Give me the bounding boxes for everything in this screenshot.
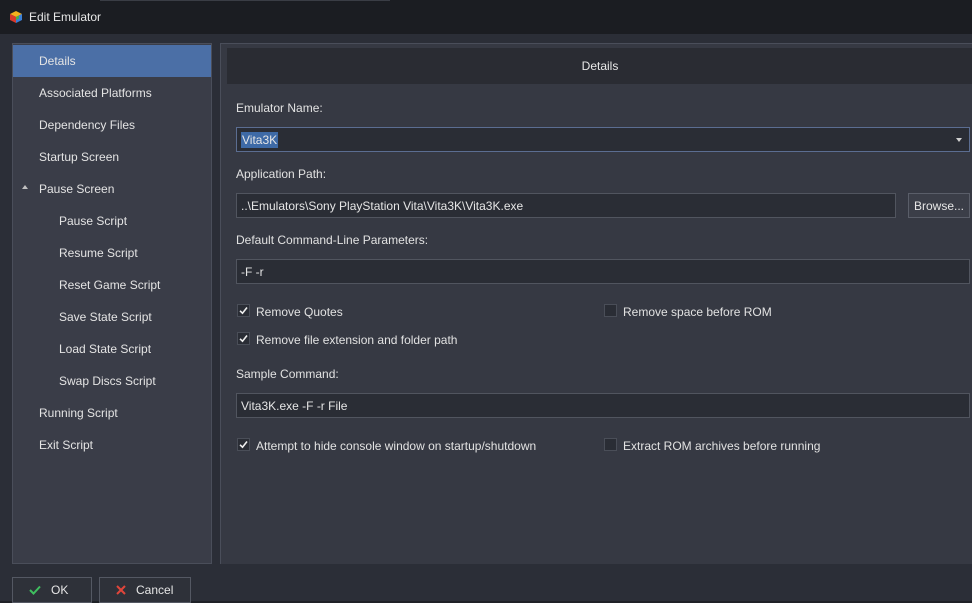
remove-space-label[interactable]: Remove space before ROM — [623, 305, 772, 319]
application-path-value: ..\Emulators\Sony PlayStation Vita\Vita3… — [241, 198, 524, 213]
sidebar-item-label: Pause Screen — [39, 182, 115, 196]
sidebar-item-pause-script[interactable]: Pause Script — [13, 205, 211, 237]
sidebar-item-dependency-files[interactable]: Dependency Files — [13, 109, 211, 141]
sidebar-item-resume-script[interactable]: Resume Script — [13, 237, 211, 269]
sidebar-nav: Details Associated Platforms Dependency … — [12, 43, 212, 564]
check-icon — [239, 335, 248, 343]
sidebar-item-label: Save State Script — [59, 310, 152, 324]
application-path-label: Application Path: — [236, 167, 327, 181]
chevron-down-icon[interactable] — [956, 138, 962, 142]
sidebar-item-running-script[interactable]: Running Script — [13, 397, 211, 429]
cancel-label: Cancel — [136, 583, 174, 597]
remove-space-checkbox[interactable] — [604, 304, 617, 317]
sidebar-item-label: Running Script — [39, 406, 118, 420]
emulator-name-value: Vita3K — [241, 131, 279, 148]
ok-label: OK — [51, 583, 69, 597]
ok-button[interactable]: OK — [12, 577, 92, 603]
details-panel: Details Emulator Name: Vita3K Applicatio… — [220, 43, 972, 564]
hide-console-label[interactable]: Attempt to hide console window on startu… — [256, 439, 536, 453]
sidebar-item-label: Reset Game Script — [59, 278, 161, 292]
emulator-name-combobox[interactable]: Vita3K — [236, 127, 970, 152]
sidebar-item-label: Exit Script — [39, 438, 94, 452]
sidebar-item-associated-platforms[interactable]: Associated Platforms — [13, 77, 211, 109]
window-body: Details Associated Platforms Dependency … — [0, 34, 972, 603]
cmdline-value: -F -r — [241, 264, 264, 279]
panel-title: Details — [581, 59, 619, 73]
sidebar-item-label: Dependency Files — [39, 118, 136, 132]
remove-extension-label[interactable]: Remove file extension and folder path — [256, 333, 457, 347]
sample-command-value: Vita3K.exe -F -r File — [241, 398, 348, 413]
sidebar-item-label: Startup Screen — [39, 150, 120, 164]
title-bar-accent — [100, 0, 390, 1]
extract-rom-label[interactable]: Extract ROM archives before running — [623, 439, 820, 453]
sample-command-label: Sample Command: — [236, 367, 339, 381]
sidebar-item-save-state-script[interactable]: Save State Script — [13, 301, 211, 333]
sidebar-item-label: Resume Script — [59, 246, 138, 260]
sidebar-item-label: Details — [39, 54, 76, 68]
cmdline-input[interactable]: -F -r — [236, 259, 970, 284]
sidebar-item-label: Associated Platforms — [39, 86, 152, 100]
expand-triangle-icon[interactable] — [22, 185, 28, 189]
sidebar-item-label: Load State Script — [59, 342, 152, 356]
sidebar-item-reset-game-script[interactable]: Reset Game Script — [13, 269, 211, 301]
browse-button[interactable]: Browse... — [908, 193, 970, 218]
cancel-button[interactable]: Cancel — [99, 577, 191, 603]
check-icon — [239, 441, 248, 449]
sidebar-item-label: Swap Discs Script — [59, 374, 156, 388]
remove-extension-checkbox[interactable] — [237, 332, 250, 345]
launchbox-cube-icon — [10, 11, 22, 23]
application-path-input[interactable]: ..\Emulators\Sony PlayStation Vita\Vita3… — [236, 193, 896, 218]
sidebar-item-swap-discs-script[interactable]: Swap Discs Script — [13, 365, 211, 397]
sidebar-item-load-state-script[interactable]: Load State Script — [13, 333, 211, 365]
emulator-name-label: Emulator Name: — [236, 101, 323, 115]
panel-header: Details — [227, 48, 972, 84]
extract-rom-checkbox[interactable] — [604, 438, 617, 451]
sidebar-item-exit-script[interactable]: Exit Script — [13, 429, 211, 461]
window-title: Edit Emulator — [29, 10, 102, 24]
sample-command-output[interactable]: Vita3K.exe -F -r File — [236, 393, 970, 418]
remove-quotes-label[interactable]: Remove Quotes — [256, 305, 343, 319]
close-icon — [116, 585, 126, 595]
remove-quotes-checkbox[interactable] — [237, 304, 250, 317]
cmdline-label: Default Command-Line Parameters: — [236, 233, 429, 247]
sidebar-item-pause-screen[interactable]: Pause Screen — [13, 173, 211, 205]
checkmark-icon — [29, 585, 41, 595]
sidebar-item-label: Pause Script — [59, 214, 128, 228]
sidebar-item-startup-screen[interactable]: Startup Screen — [13, 141, 211, 173]
title-bar: Edit Emulator — [0, 0, 972, 34]
check-icon — [239, 307, 248, 315]
sidebar-item-details[interactable]: Details — [13, 45, 211, 77]
hide-console-checkbox[interactable] — [237, 438, 250, 451]
